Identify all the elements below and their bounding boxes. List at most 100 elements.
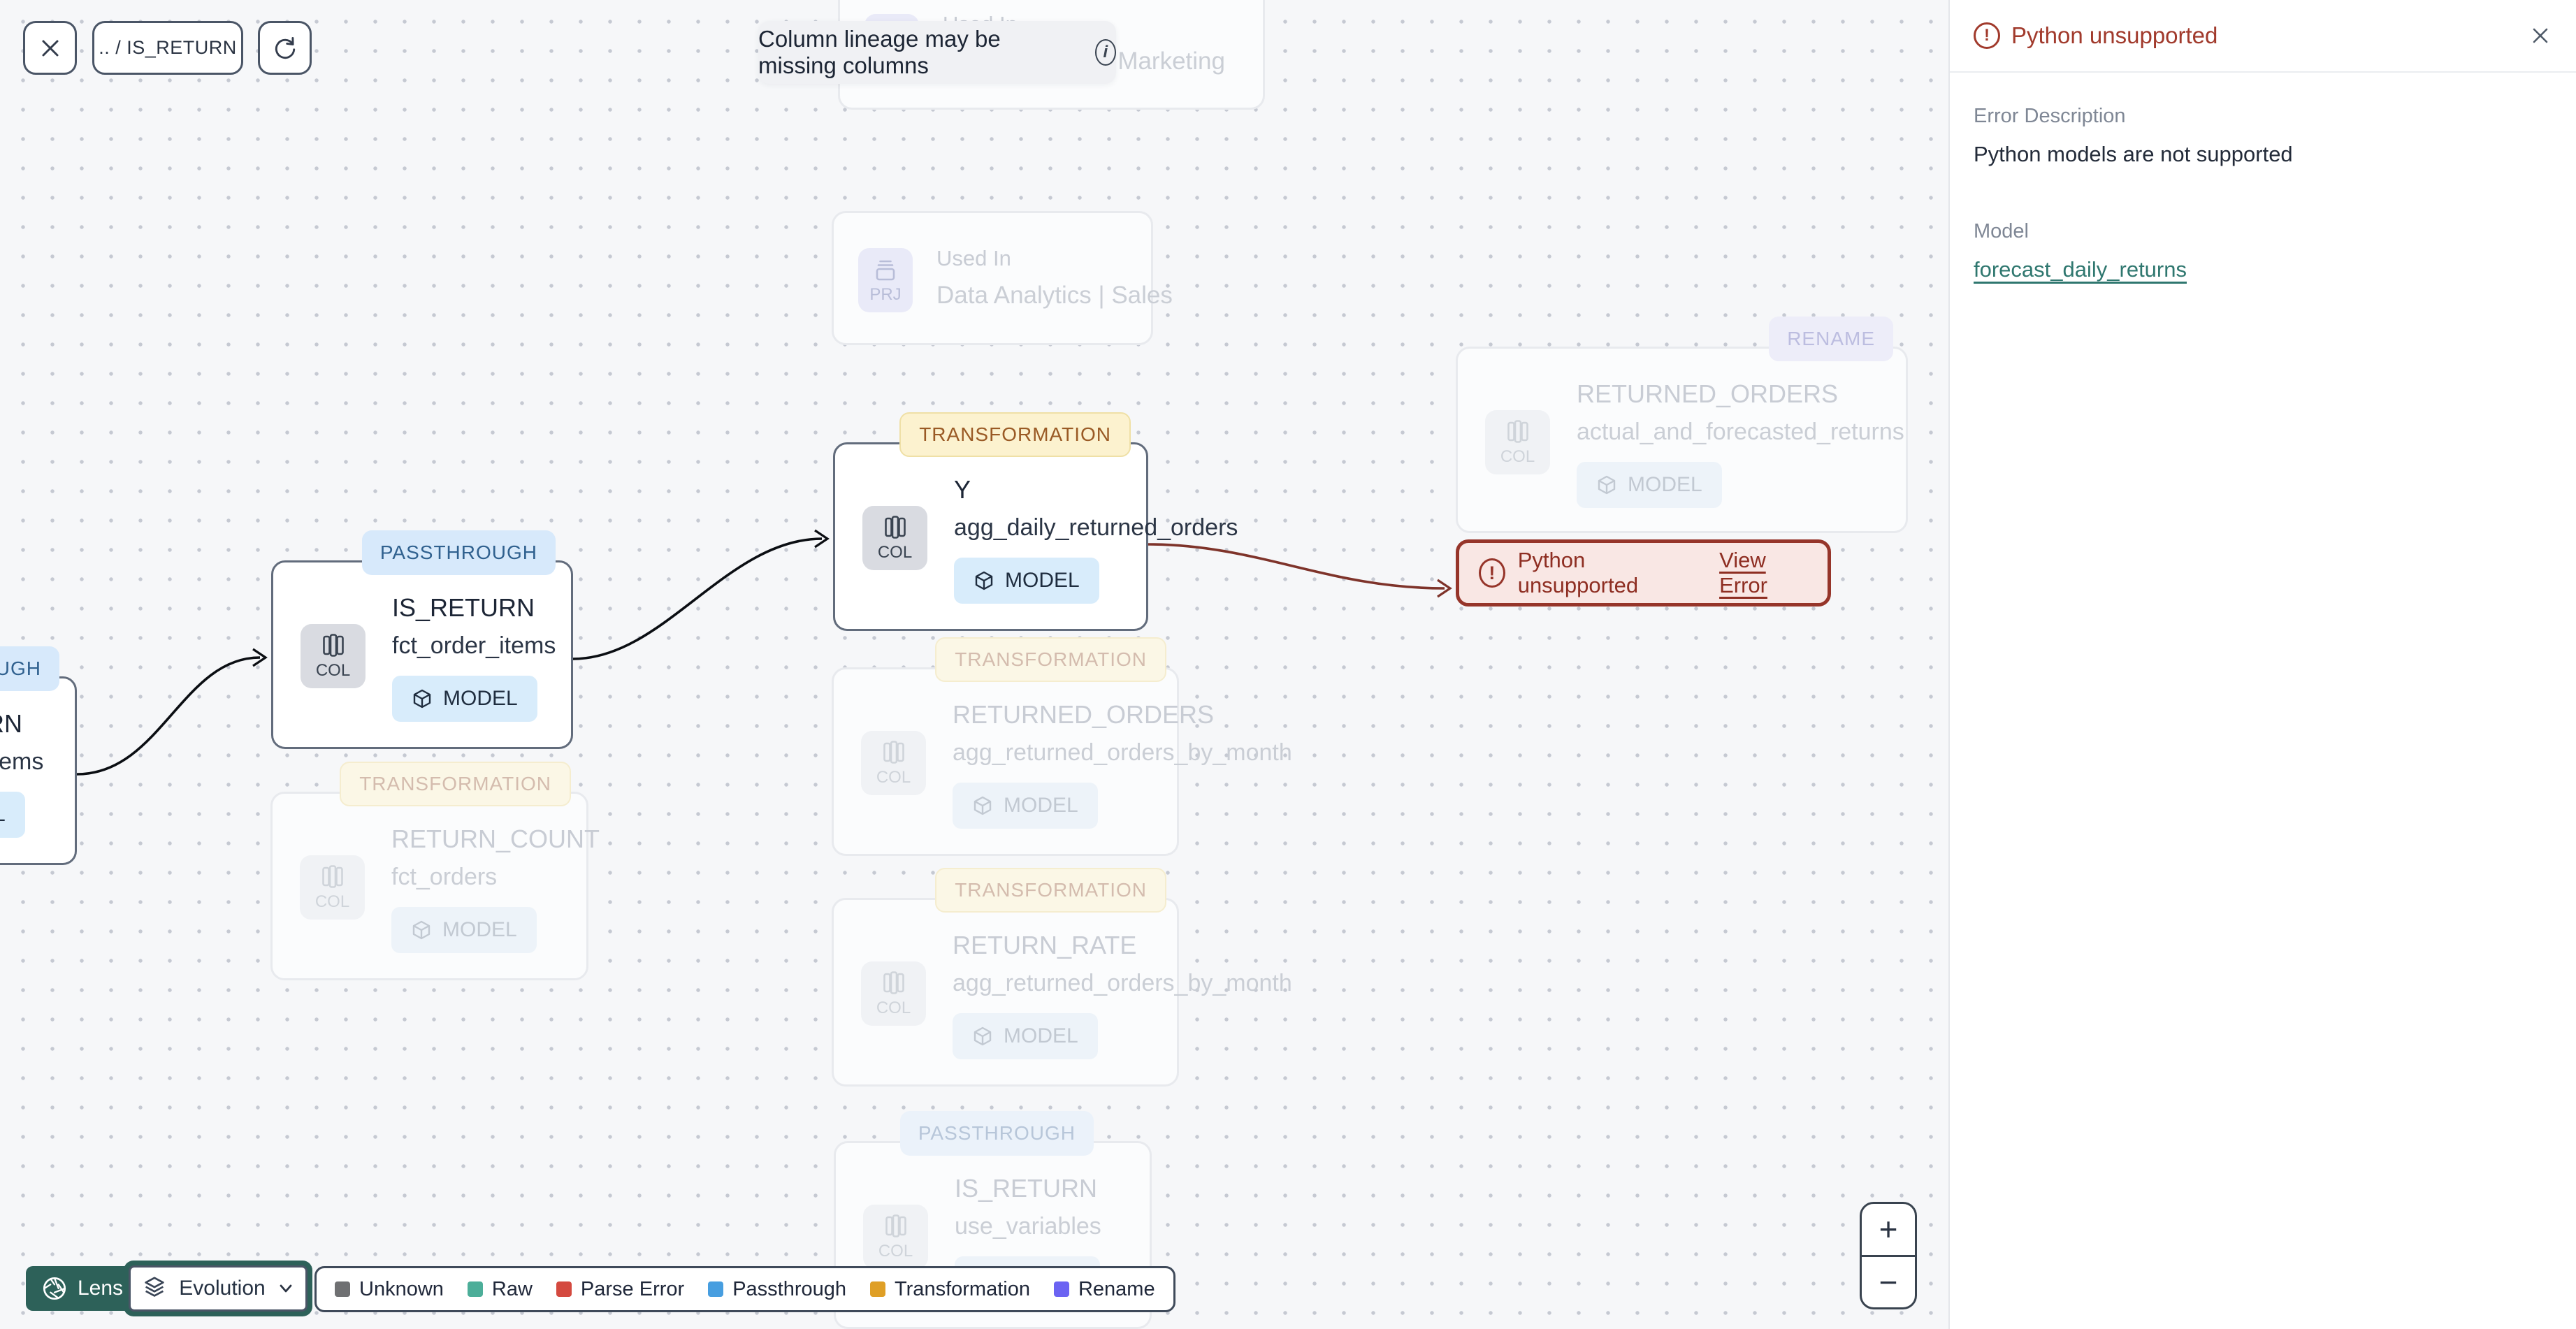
model-chip: MODEL [392,676,537,722]
model-chip: MODEL [953,1013,1098,1059]
model-link[interactable]: forecast_daily_returns [1974,257,2187,282]
transformation-badge: TRANSFORMATION [935,868,1166,913]
passthrough-badge: PASSTHROUGH [0,646,59,691]
columns-icon: COL [301,624,366,688]
legend-item-rename: Rename [1053,1278,1155,1301]
panel-body: Error Description Python models are not … [1950,73,2576,314]
passthrough-badge: PASSTHROUGH [899,1111,1094,1156]
chevron-down-icon [280,1284,292,1293]
lineage-node-actual-and-forecasted-returns[interactable]: RENAME COL RETURNED_ORDERS actual_and_fo… [1456,317,1908,533]
node-subtitle: agg_returned_orders_by_month [953,970,1292,996]
node-title: IS_RETURN [955,1174,1098,1203]
layers-icon [141,1275,168,1302]
legend-swatch [1053,1281,1069,1297]
model-cube-icon [411,920,432,941]
node-title: RETURN_RATE [953,931,1137,959]
lens-dropdown-evolution[interactable]: Evolution [129,1265,307,1312]
info-icon[interactable]: i [1094,39,1116,66]
lineage-node-is-return-fct-order-items[interactable]: PASSTHROUGH COL IS_RETURN fct_order_item… [271,530,573,749]
legend-swatch [335,1281,350,1297]
breadcrumb[interactable]: .. / IS_RETURN [92,21,243,75]
model-cube-icon [1596,474,1617,495]
error-description-label: Error Description [1974,105,2126,127]
panel-close-button[interactable] [2528,24,2552,48]
node-title: Used In [936,246,1011,270]
columns-icon: COL [861,731,926,795]
lineage-node-returned-orders-by-month[interactable]: TRANSFORMATION COL RETURNED_ORDERS agg_r… [832,637,1292,856]
model-chip: MODEL [1577,462,1722,508]
refresh-button[interactable] [258,21,312,75]
error-chip-label: Python unsupported [1517,548,1639,597]
zoom-controls: + − [1860,1202,1917,1309]
node-subtitle: actual_and_forecasted_returns [1577,419,1904,445]
refresh-icon [275,36,295,59]
warning-circle-icon: ! [1479,558,1505,588]
lineage-node-is-return-upstream[interactable]: PASSTHROUGH COL IS_RETURN fct_order_item… [0,646,77,865]
python-unsupported-error-chip[interactable]: ! Python unsupported View Error [1456,539,1831,607]
error-description-text: Python models are not supported [1974,142,2293,166]
node-title: RETURNED_ORDERS [953,700,1215,729]
legend-swatch [870,1281,886,1297]
view-error-link[interactable]: View Error [1719,548,1808,598]
passthrough-badge: PASSTHROUGH [361,530,556,575]
lineage-node-return-rate[interactable]: TRANSFORMATION COL RETURN_RATE agg_retur… [832,868,1292,1087]
node-title: RETURNED_ORDERS [1577,379,1839,408]
error-detail-panel: ! Python unsupported Error Description P… [1948,0,2576,1329]
legend-item-unknown: Unknown [335,1278,444,1301]
lens-legend: Unknown Raw Parse Error Passthrough Tran… [314,1266,1175,1312]
legend-item-parse-error: Parse Error [556,1278,684,1301]
legend-swatch [467,1281,483,1297]
lineage-node-used-in-sales[interactable]: PRJ Used In Data Analytics | Sales [832,211,1173,345]
node-title: Y [954,475,971,504]
zoom-in-button[interactable]: + [1862,1204,1915,1257]
transformation-badge: TRANSFORMATION [899,412,1131,457]
model-cube-icon [972,1026,993,1047]
node-subtitle: fct_order_items [392,632,556,659]
model-chip: MODEL [953,783,1098,829]
transformation-badge: TRANSFORMATION [340,762,571,806]
panel-title: Python unsupported [2011,22,2218,48]
node-title: RETURN_COUNT [391,825,600,853]
lenses-aperture-icon [41,1275,68,1302]
lineage-canvas[interactable]: PASSTHROUGH COL IS_RETURN fct_order_item… [0,0,1948,1329]
model-cube-icon [974,570,994,591]
model-chip: MODEL [391,907,537,953]
lineage-node-y-agg-daily-returned-orders[interactable]: TRANSFORMATION COL Y agg_daily_returned_… [833,412,1238,631]
columns-icon: COL [1485,410,1550,474]
node-title: IS_RETURN [0,709,23,738]
legend-item-passthrough: Passthrough [708,1278,846,1301]
node-subtitle: fct_order_items [0,748,44,775]
columns-icon: COL [300,855,365,920]
lineage-node-return-count[interactable]: TRANSFORMATION COL RETURN_COUNT fct_orde… [270,762,600,980]
transformation-badge: TRANSFORMATION [935,637,1166,682]
missing-columns-banner: Column lineage may be missing columns i [758,21,1116,84]
node-subtitle: fct_orders [391,864,498,890]
model-label: Model [1974,220,2029,242]
lens-selector-ring: Evolution [124,1261,312,1316]
node-title: IS_RETURN [392,593,535,622]
columns-icon: COL [862,506,927,570]
rename-badge: RENAME [1769,317,1893,361]
warning-circle-icon: ! [1974,22,2000,49]
node-subtitle: agg_returned_orders_by_month [953,739,1292,766]
legend-item-raw: Raw [467,1278,533,1301]
close-icon [42,40,58,56]
legend-swatch [556,1281,572,1297]
banner-text: Column lineage may be missing columns [758,26,1001,78]
node-subtitle: Data Analytics | Sales [936,282,1173,309]
panel-header: ! Python unsupported [1950,0,2576,73]
zoom-out-button[interactable]: − [1862,1257,1915,1308]
node-subtitle: agg_daily_returned_orders [954,514,1238,541]
project-icon: PRJ [858,248,913,312]
columns-icon: COL [861,961,926,1026]
close-icon [2533,28,2548,43]
model-chip: MODEL [0,792,25,838]
model-cube-icon [972,795,993,816]
close-lineage-button[interactable] [23,21,77,75]
node-subtitle: use_variables [955,1213,1101,1240]
columns-icon: COL [863,1205,928,1269]
legend-item-transformation: Transformation [870,1278,1030,1301]
model-cube-icon [412,688,433,709]
legend-swatch [708,1281,724,1297]
model-chip: MODEL [954,558,1099,604]
